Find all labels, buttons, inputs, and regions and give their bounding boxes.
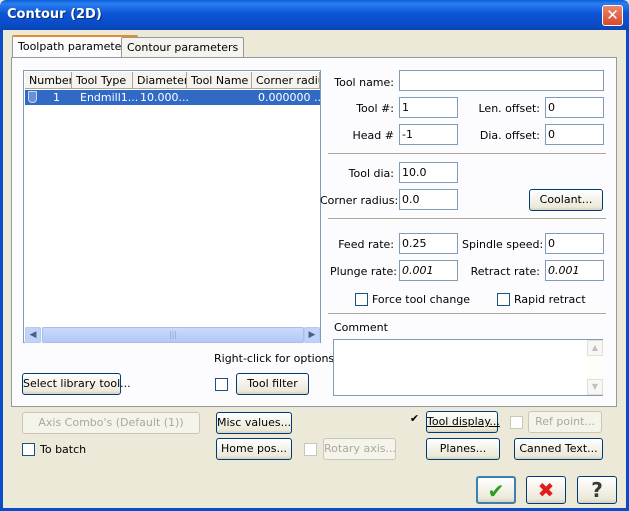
ref-point-button[interactable]: Ref point... — [528, 411, 602, 433]
retract-rate-label: Retract rate: — [470, 265, 540, 278]
tool-number-label: Tool #: — [356, 102, 394, 115]
scroll-up-icon[interactable]: ▲ — [587, 340, 603, 356]
dia-offset-input[interactable]: 0 — [545, 124, 604, 145]
cancel-button[interactable]: ✖ — [526, 476, 566, 504]
tool-dia-input[interactable]: 10.0 — [399, 162, 458, 183]
row-tool-type: Endmill1... — [80, 91, 139, 104]
tool-filter-button[interactable]: Tool filter — [236, 373, 309, 395]
axis-combo-button[interactable]: Axis Combo's (Default (1)) — [22, 412, 200, 434]
spindle-speed-label: Spindle speed: — [462, 238, 544, 251]
window-title: Contour (2D) — [7, 7, 102, 22]
question-mark-icon: ? — [591, 478, 603, 502]
row-corner-radius: 0.000000 ... — [258, 91, 325, 104]
scroll-left-icon[interactable]: ◀ — [25, 327, 41, 343]
tool-dia-label: Tool dia: — [348, 167, 394, 180]
canned-text-button[interactable]: Canned Text... — [514, 438, 603, 460]
close-button[interactable]: ✕ — [602, 5, 623, 26]
column-header-diameter[interactable]: Diameter — [133, 72, 187, 89]
ref-point-checkbox[interactable] — [510, 416, 523, 429]
tool-display-checkbox[interactable]: ✔ — [408, 413, 421, 426]
endmill-icon — [28, 91, 37, 103]
plunge-rate-input[interactable]: 0.001 — [399, 260, 458, 281]
horizontal-scrollbar[interactable]: ◀ ||| ▶ — [25, 327, 320, 343]
corner-radius-input[interactable]: 0.0 — [399, 189, 458, 210]
vertical-scrollbar[interactable]: ▲ ▼ — [587, 340, 603, 395]
column-header-corner-radius[interactable]: Corner radius — [252, 72, 320, 89]
row-number: 1 — [53, 91, 60, 104]
home-pos-button[interactable]: Home pos... — [216, 438, 292, 460]
rotary-axis-checkbox[interactable] — [304, 443, 317, 456]
scroll-down-icon[interactable]: ▼ — [587, 379, 603, 395]
tool-name-label: Tool name: — [334, 76, 394, 89]
rapid-retract-checkbox[interactable] — [497, 293, 510, 306]
feed-rate-input[interactable]: 0.25 — [399, 233, 458, 254]
force-tool-change-label: Force tool change — [372, 293, 471, 306]
plunge-rate-label: Plunge rate: — [330, 265, 397, 278]
tool-display-button[interactable]: Tool display... — [426, 411, 500, 433]
column-header-tool-type[interactable]: Tool Type — [72, 72, 133, 89]
force-tool-change-checkbox[interactable] — [355, 293, 368, 306]
divider — [328, 218, 606, 220]
retract-rate-input[interactable]: 0.001 — [545, 260, 604, 281]
head-number-label: Head # — [352, 129, 394, 142]
column-header-number[interactable]: Number — [25, 72, 72, 89]
comment-textarea[interactable]: ▲ ▼ — [333, 339, 603, 396]
ok-button[interactable]: ✔ — [476, 476, 516, 504]
comment-label: Comment — [334, 321, 388, 334]
feed-rate-label: Feed rate: — [338, 238, 394, 251]
tool-number-input[interactable]: 1 — [399, 97, 458, 118]
scroll-thumb[interactable]: ||| — [42, 327, 304, 343]
scroll-right-icon[interactable]: ▶ — [304, 327, 320, 343]
spindle-speed-input[interactable]: 0 — [545, 233, 604, 254]
rapid-retract-label: Rapid retract — [514, 293, 586, 306]
to-batch-checkbox[interactable] — [22, 443, 35, 456]
row-diameter: 10.000... — [140, 91, 189, 104]
divider — [328, 313, 606, 315]
close-icon: ✕ — [606, 6, 619, 24]
len-offset-input[interactable]: 0 — [545, 97, 604, 118]
planes-button[interactable]: Planes... — [426, 438, 500, 460]
misc-values-button[interactable]: Misc values... — [216, 412, 292, 434]
rotary-axis-button[interactable]: Rotary axis... — [323, 438, 396, 460]
head-number-input[interactable]: -1 — [399, 124, 458, 145]
tool-filter-checkbox[interactable] — [215, 378, 228, 391]
select-library-tool-button[interactable]: Select library tool... — [22, 373, 131, 395]
coolant-button[interactable]: Coolant... — [529, 189, 603, 211]
x-icon: ✖ — [537, 478, 555, 502]
dia-offset-label: Dia. offset: — [479, 129, 540, 142]
column-header-tool-name[interactable]: Tool Name — [187, 72, 252, 89]
corner-radius-label: Corner radius: — [320, 194, 399, 207]
tool-name-input[interactable] — [399, 70, 604, 91]
divider — [328, 153, 606, 155]
tab-contour-parameters[interactable]: Contour parameters — [121, 37, 245, 58]
help-button[interactable]: ? — [577, 476, 617, 504]
tool-list[interactable]: Number Tool Type Diameter Tool Name Corn… — [23, 70, 324, 343]
table-row[interactable]: 1 Endmill1... 10.000... 0.000000 ... — [25, 90, 324, 105]
to-batch-label: To batch — [40, 443, 87, 456]
tab-toolpath-parameters[interactable]: Toolpath parameters — [12, 35, 138, 58]
right-click-hint: Right-click for options — [214, 352, 335, 365]
checkmark-icon: ✔ — [487, 479, 505, 503]
len-offset-label: Len. offset: — [478, 102, 541, 115]
